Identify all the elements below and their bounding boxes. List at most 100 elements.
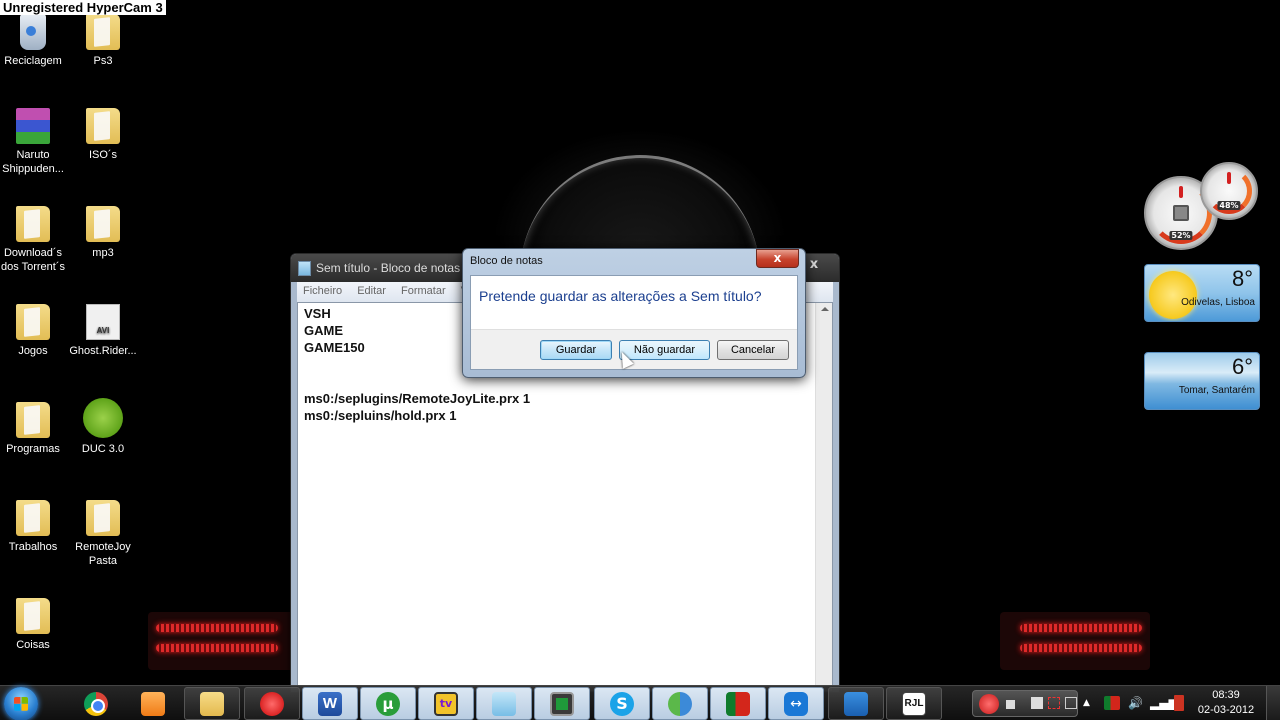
duc-shortcut-icon [83, 398, 123, 438]
word-icon: W [318, 691, 342, 716]
notepad-title: Sem título - Bloco de notas [316, 261, 461, 275]
desktop-icon-label: mp3 [92, 247, 114, 259]
desktop-icon-label: DUC 3.0 [81, 443, 125, 455]
sun-icon [1149, 271, 1197, 319]
chrome-icon [84, 691, 108, 716]
messenger-icon [668, 691, 692, 716]
skype-icon: S [610, 691, 634, 716]
avi-video-icon [86, 304, 120, 340]
folder-icon [16, 598, 50, 634]
desktop-icon-label: Ghost.Rider... [69, 345, 137, 357]
folder-icon [16, 206, 50, 242]
notepad-scrollbar[interactable] [815, 303, 832, 691]
desktop-icon-label: RemoteJoy Pasta [75, 541, 131, 567]
weather-temp: 6° [1231, 354, 1253, 379]
folder-icon [16, 402, 50, 438]
taskbar-terminal[interactable] [534, 687, 590, 720]
record-icon [260, 691, 284, 716]
desktop-icon-label: Naruto Shippuden... [2, 149, 64, 175]
save-changes-dialog: Bloco de notas x Pretende guardar as alt… [462, 248, 806, 378]
desktop-icon-label: Coisas [16, 639, 50, 651]
notepad-icon [298, 261, 311, 276]
folder-icon [86, 14, 120, 50]
taskbar-portugal-app[interactable] [710, 687, 766, 720]
taskbar-gadgets[interactable] [828, 687, 884, 720]
show-desktop-button[interactable] [1266, 686, 1280, 720]
folder-icon [86, 206, 120, 242]
desktop-icon-duc[interactable]: DUC 3.0 [68, 398, 138, 456]
desktop-icon-trabalhos[interactable]: Trabalhos [0, 500, 68, 554]
power-icon[interactable] [1174, 695, 1184, 711]
terminal-icon [550, 691, 574, 716]
taskbar-rjl[interactable]: RJL [886, 687, 942, 720]
desktop-icon-ghost-rider[interactable]: Ghost.Rider... [68, 304, 138, 358]
window-mode-icon[interactable] [1065, 697, 1077, 709]
cpu-percent: 52% [1169, 231, 1193, 240]
notepad-icon [492, 691, 516, 716]
cpu-icon [1173, 205, 1189, 221]
menu-editar[interactable]: Editar [351, 282, 392, 297]
desktop-icon-remotejoy-pasta[interactable]: RemoteJoy Pasta [68, 500, 138, 568]
desktop-icon-programas[interactable]: Programas [0, 402, 68, 456]
desktop-icon-label: Jogos [18, 345, 48, 357]
taskbar-tv[interactable]: tv [418, 687, 474, 720]
wallpaper-taillight-left [148, 612, 298, 670]
clock-time: 08:39 [1212, 689, 1240, 701]
clock[interactable]: 08:39 02-03-2012 [1196, 688, 1256, 718]
desktop-icon-jogos[interactable]: Jogos [0, 304, 68, 358]
taskbar-messenger[interactable] [652, 687, 708, 720]
desktop-icon-label: Reciclagem [4, 55, 62, 67]
portugal-flag-icon [726, 691, 750, 716]
select-region-icon[interactable] [1048, 697, 1060, 709]
taskbar: W µ tv S RJL ▲ 🔊 ▂▄▆ 08:39 02-03-2012 [0, 685, 1280, 720]
show-hidden-icons-button[interactable]: ▲ [1083, 686, 1090, 720]
desktop-icon-reciclagem[interactable]: Reciclagem [0, 14, 68, 68]
cancel-button[interactable]: Cancelar [717, 340, 789, 360]
taskbar-chrome[interactable] [68, 687, 124, 720]
taskbar-explorer[interactable] [184, 687, 240, 720]
taskbar-skype[interactable]: S [594, 687, 650, 720]
desktop-icon-downloads-torrents[interactable]: Download´s dos Torrent´s [0, 206, 68, 274]
screenshot-icon[interactable] [1031, 697, 1043, 709]
weather-gadget-tomar[interactable]: 6° Tomar, Santarém [1144, 352, 1260, 410]
rjl-icon: RJL [902, 691, 926, 716]
scroll-up-icon[interactable] [821, 307, 829, 311]
desktop: Unregistered HyperCam 3 Reciclagem Ps3 N… [0, 0, 1280, 720]
winrar-archive-icon [16, 108, 50, 144]
taskbar-word[interactable]: W [302, 687, 358, 720]
desktop-icon-naruto[interactable]: Naruto Shippuden... [0, 108, 68, 176]
taskbar-utorrent[interactable]: µ [360, 687, 416, 720]
gadgets-icon [844, 691, 868, 716]
dialog-body: Pretende guardar as alterações a Sem tít… [470, 275, 798, 370]
folder-icon [86, 500, 120, 536]
language-flag-icon[interactable] [1104, 696, 1120, 710]
folder-icon [16, 304, 50, 340]
desktop-icon-mp3[interactable]: mp3 [68, 206, 138, 260]
desktop-icon-label: ISO´s [88, 149, 118, 161]
desktop-icon-isos[interactable]: ISO´s [68, 108, 138, 162]
weather-gadget-odivelas[interactable]: 8° Odivelas, Lisboa [1144, 264, 1260, 322]
desktop-icon-ps3[interactable]: Ps3 [68, 14, 138, 68]
stop-icon[interactable] [1006, 700, 1015, 709]
save-button[interactable]: Guardar [540, 340, 612, 360]
dont-save-button[interactable]: Não guardar [619, 340, 710, 360]
desktop-icon-coisas[interactable]: Coisas [0, 598, 68, 652]
teamviewer-icon [784, 691, 808, 716]
dialog-footer: Guardar Não guardar Cancelar [471, 329, 797, 369]
folder-icon [16, 500, 50, 536]
volume-icon[interactable]: 🔊 [1128, 686, 1143, 720]
taskbar-teamviewer[interactable] [768, 687, 824, 720]
media-player-icon [141, 691, 165, 716]
taskbar-notepad[interactable] [476, 687, 532, 720]
menu-formatar[interactable]: Formatar [395, 282, 452, 297]
memory-meter-gadget[interactable]: 48% [1200, 162, 1258, 220]
menu-ficheiro[interactable]: Ficheiro [297, 282, 348, 297]
taskbar-media-player[interactable] [125, 687, 181, 720]
start-button[interactable] [4, 687, 38, 720]
pause-icon[interactable] [979, 694, 999, 714]
dialog-title: Bloco de notas [470, 255, 543, 267]
taskbar-hypercam[interactable] [244, 687, 300, 720]
dialog-close-button[interactable]: x [756, 249, 799, 268]
desktop-icon-label: Programas [6, 443, 60, 455]
utorrent-icon: µ [376, 691, 400, 716]
